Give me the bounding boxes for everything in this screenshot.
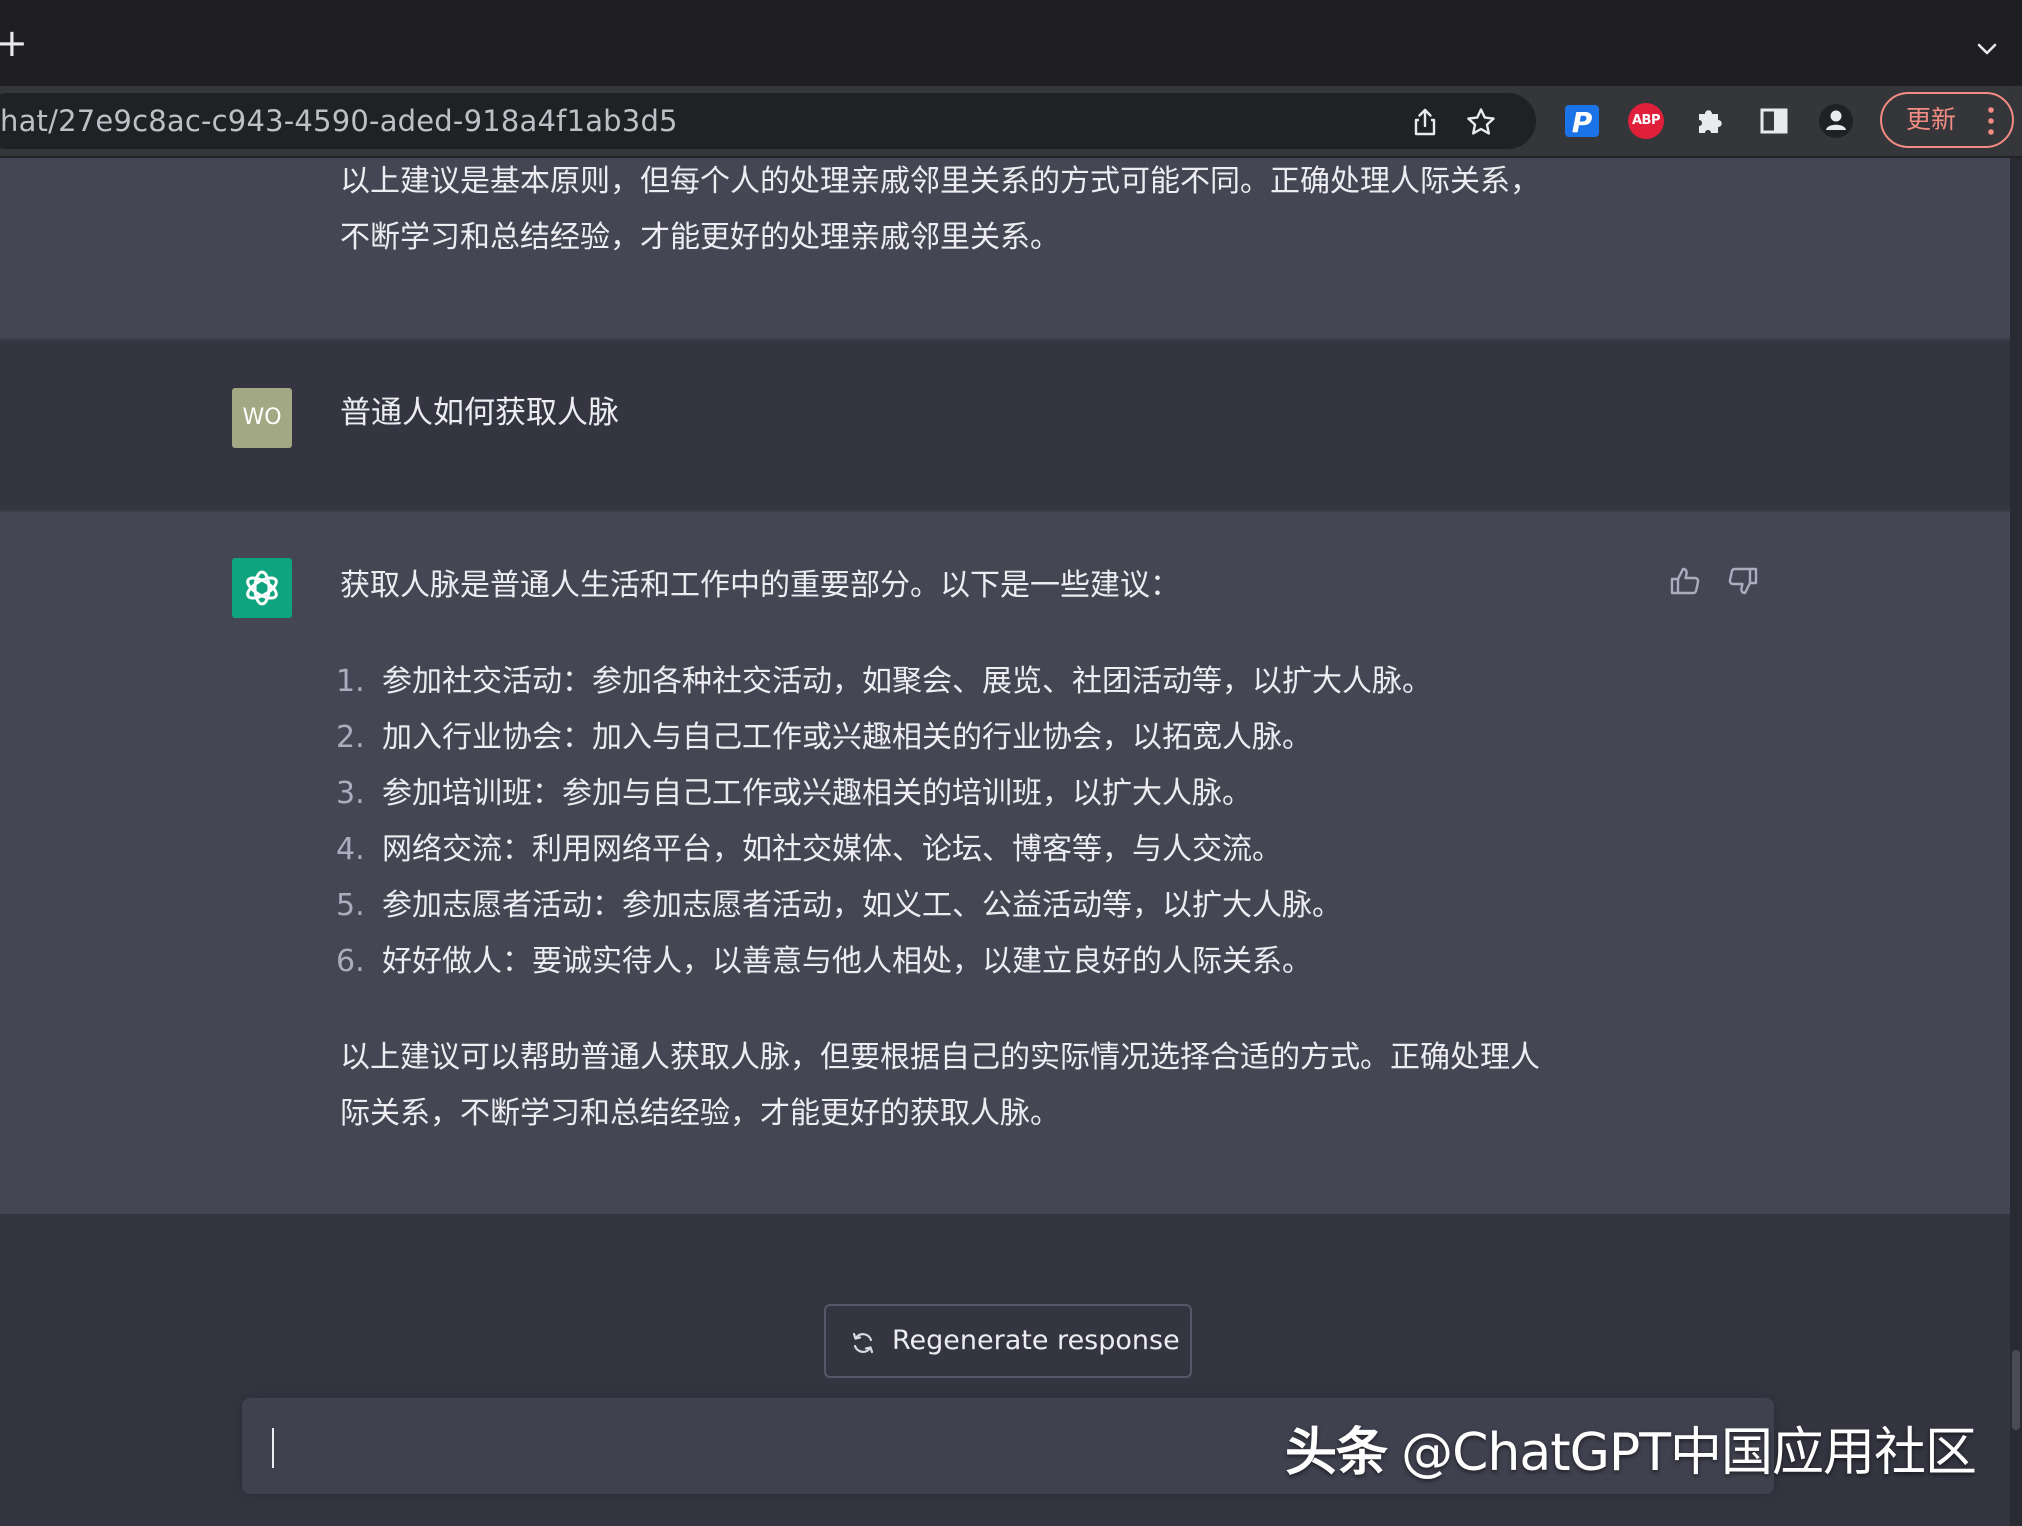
list-item-text: 加入行业协会：加入与自己工作或兴趣相关的行业协会，以拓宽人脉。 (382, 720, 1312, 755)
list-item-number: 6. (336, 944, 365, 979)
list-item-text: 参加培训班：参加与自己工作或兴趣相关的培训班，以扩大人脉。 (382, 776, 1252, 811)
address-bar[interactable]: hat/27e9c8ac-c943-4590-aded-918a4f1ab3d5 (0, 93, 1536, 149)
user-message (0, 340, 2010, 508)
update-label: 更新 (1906, 105, 1957, 134)
list-item-text: 网络交流：利用网络平台，如社交媒体、论坛、博客等，与人交流。 (382, 832, 1282, 867)
list-item-number: 3. (336, 776, 365, 811)
scrollbar-track[interactable] (2010, 158, 2022, 1526)
list-item-number: 5. (336, 888, 365, 923)
refresh-icon (850, 1330, 876, 1356)
scrollbar-thumb[interactable] (2012, 1350, 2020, 1430)
user-avatar: WO (232, 388, 292, 448)
thumbs-up-icon[interactable] (1668, 564, 1702, 598)
list-item-text: 参加志愿者活动：参加志愿者活动，如义工、公益活动等，以扩大人脉。 (382, 888, 1342, 923)
summary-line-2: 际关系，不断学习和总结经验，才能更好的获取人脉。 (340, 1096, 1060, 1131)
bookmark-star-icon[interactable] (1466, 107, 1496, 137)
browser-tab-strip: + (0, 0, 2022, 86)
list-item: 6. 好好做人：要诚实待人，以善意与他人相处，以建立良好的人际关系。 (336, 934, 1432, 990)
browser-toolbar: hat/27e9c8ac-c943-4590-aded-918a4f1ab3d5… (0, 86, 2022, 158)
list-item-number: 2. (336, 720, 365, 755)
watermark-brand: 头条 (1285, 1423, 1388, 1483)
previous-answer-line-1: 以上建议是基本原则，但每个人的处理亲戚邻里关系的方式可能不同。正确处理人际关系， (340, 164, 1540, 199)
profile-icon[interactable] (1818, 103, 1854, 139)
previous-answer-line-2: 不断学习和总结经验，才能更好的处理亲戚邻里关系。 (340, 220, 1060, 255)
regenerate-label: Regenerate response (892, 1325, 1180, 1356)
regenerate-response-button[interactable]: Regenerate response (824, 1304, 1192, 1378)
share-icon[interactable] (1410, 107, 1440, 137)
list-item: 5. 参加志愿者活动：参加志愿者活动，如义工、公益活动等，以扩大人脉。 (336, 878, 1432, 934)
text-caret (272, 1428, 274, 1468)
thumbs-down-icon[interactable] (1726, 564, 1760, 598)
list-item-text: 好好做人：要诚实待人，以善意与他人相处，以建立良好的人际关系。 (382, 944, 1312, 979)
assistant-summary: 以上建议可以帮助普通人获取人脉，但要根据自己的实际情况选择合适的方式。正确处理人… (340, 1030, 1670, 1142)
adblock-plus-icon[interactable]: ABP (1628, 103, 1664, 139)
suggestion-list: 1. 参加社交活动：参加各种社交活动，如聚会、展览、社团活动等，以扩大人脉。 2.… (336, 654, 1432, 990)
list-item-number: 4. (336, 832, 365, 867)
url-text[interactable]: hat/27e9c8ac-c943-4590-aded-918a4f1ab3d5 (0, 105, 678, 137)
menu-dots-icon[interactable] (1988, 106, 1994, 136)
extensions-puzzle-icon[interactable] (1692, 103, 1728, 139)
list-item: 4. 网络交流：利用网络平台，如社交媒体、论坛、博客等，与人交流。 (336, 822, 1432, 878)
list-item: 1. 参加社交活动：参加各种社交活动，如聚会、展览、社团活动等，以扩大人脉。 (336, 654, 1432, 710)
list-item: 3. 参加培训班：参加与自己工作或兴趣相关的培训班，以扩大人脉。 (336, 766, 1432, 822)
watermark: 头条 @ChatGPT中国应用社区 (1285, 1423, 1977, 1483)
update-button[interactable]: 更新 (1880, 92, 2014, 148)
tab-search-chevron-icon[interactable] (1974, 36, 2000, 62)
list-item: 2. 加入行业协会：加入与自己工作或兴趣相关的行业协会，以拓宽人脉。 (336, 710, 1432, 766)
side-panel-icon[interactable] (1756, 103, 1792, 139)
user-question-text: 普通人如何获取人脉 (340, 395, 619, 431)
list-item-text: 参加社交活动：参加各种社交活动，如聚会、展览、社团活动等，以扩大人脉。 (382, 664, 1432, 699)
chatgpt-logo-icon (232, 558, 292, 618)
watermark-handle: @ChatGPT中国应用社区 (1401, 1423, 1977, 1483)
assistant-intro-text: 获取人脉是普通人生活和工作中的重要部分。以下是一些建议： (340, 568, 1180, 603)
new-tab-button[interactable]: + (0, 24, 28, 62)
summary-line-1: 以上建议可以帮助普通人获取人脉，但要根据自己的实际情况选择合适的方式。正确处理人 (340, 1040, 1540, 1075)
list-item-number: 1. (336, 664, 365, 699)
p-extension-icon[interactable]: P (1565, 105, 1599, 139)
